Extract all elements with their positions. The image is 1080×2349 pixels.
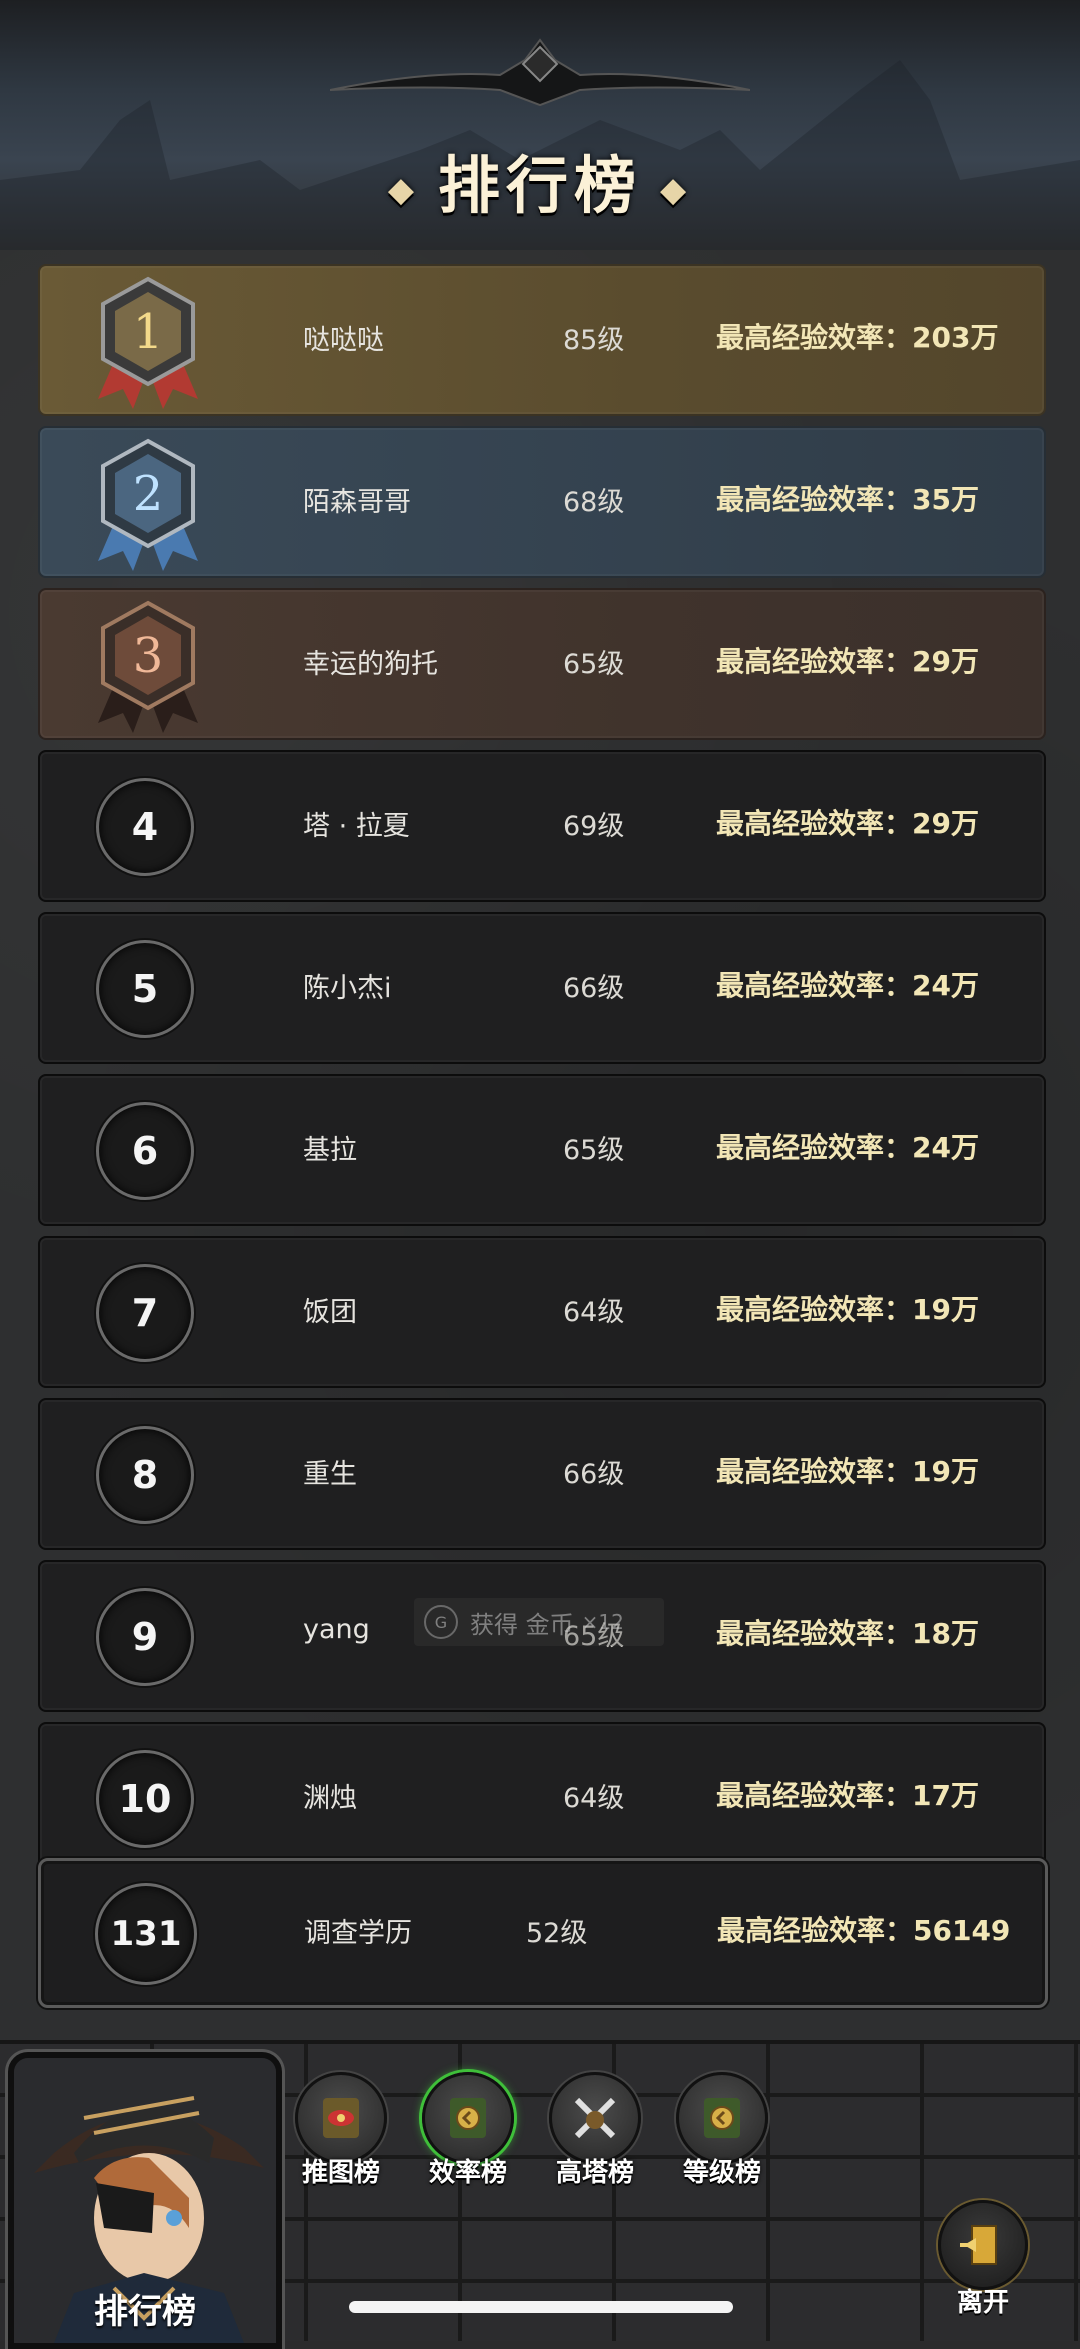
title-left-dot-icon: ◆ xyxy=(387,169,420,210)
rank-badge: 10 xyxy=(96,1750,194,1848)
player-efficiency: 最高经验效率：19万 xyxy=(716,1455,979,1488)
header-banner: ◆ 排行榜 ◆ xyxy=(0,0,1080,250)
player-name: 幸运的狗托 xyxy=(303,649,438,680)
player-name: 渊烛 xyxy=(303,1783,357,1814)
player-efficiency: 最高经验效率：24万 xyxy=(716,969,979,1002)
player-efficiency: 最高经验效率：17万 xyxy=(716,1779,979,1812)
tab-level[interactable]: 等级榜 xyxy=(667,2072,777,2188)
rank-badge: 8 xyxy=(96,1426,194,1524)
player-name: 陌森哥哥 xyxy=(303,487,411,518)
rank-row-1[interactable]: 1 哒哒哒 85级 最高经验效率：203万 xyxy=(38,264,1046,416)
rank-row-6[interactable]: 6 基拉 65级 最高经验效率：24万 xyxy=(38,1074,1046,1226)
player-efficiency: 最高经验效率：19万 xyxy=(716,1293,979,1326)
player-level: 65级 xyxy=(563,1135,625,1166)
my-player-name: 调查学历 xyxy=(304,1918,412,1949)
reward-toast: G 获得 金币 ×12 xyxy=(414,1598,664,1646)
header-ornament-icon xyxy=(330,38,750,107)
player-level: 66级 xyxy=(563,973,625,1004)
tab-label: 效率榜 xyxy=(428,2158,507,2188)
tab-label: 等级榜 xyxy=(682,2158,761,2188)
gold-medal-icon: 1 xyxy=(98,276,198,409)
rank-badge: 5 xyxy=(96,940,194,1038)
rank-badge: 4 xyxy=(96,778,194,876)
player-level: 69级 xyxy=(563,811,625,842)
player-efficiency: 最高经验效率：35万 xyxy=(716,483,979,516)
player-efficiency: 最高经验效率：203万 xyxy=(716,321,999,354)
rank-badge: 9 xyxy=(96,1588,194,1686)
player-name: 塔 · 拉夏 xyxy=(303,811,410,842)
player-level: 64级 xyxy=(563,1297,625,1328)
player-name: 哒哒哒 xyxy=(303,325,384,356)
my-player-efficiency: 最高经验效率：56149 xyxy=(717,1914,1011,1947)
player-level: 85级 xyxy=(563,325,625,356)
tab-efficiency[interactable]: 效率榜 xyxy=(413,2072,523,2188)
tab-tower[interactable]: 高塔榜 xyxy=(540,2072,650,2188)
player-efficiency: 最高经验效率：29万 xyxy=(716,807,979,840)
player-level: 65级 xyxy=(563,649,625,680)
portrait-label: 排行榜 xyxy=(94,2292,196,2332)
svg-text:1: 1 xyxy=(133,304,164,360)
player-level: 66级 xyxy=(563,1459,625,1490)
clock-scroll-icon xyxy=(676,2072,768,2164)
toast-text: 获得 金币 xyxy=(470,1610,574,1639)
home-indicator[interactable] xyxy=(349,2301,733,2313)
player-efficiency: 最高经验效率：18万 xyxy=(716,1617,979,1650)
svg-text:2: 2 xyxy=(133,466,164,522)
player-efficiency: 最高经验效率：24万 xyxy=(716,1131,979,1164)
rank-row-4[interactable]: 4 塔 · 拉夏 69级 最高经验效率：29万 xyxy=(38,750,1046,902)
tab-label: 高塔榜 xyxy=(555,2158,634,2188)
tab-push-map[interactable]: 推图榜 xyxy=(286,2072,396,2188)
svg-text:3: 3 xyxy=(133,628,164,684)
my-player-level: 52级 xyxy=(526,1918,588,1949)
rank-row-2[interactable]: 2 陌森哥哥 68级 最高经验效率：35万 xyxy=(38,426,1046,578)
exit-door-icon xyxy=(938,2200,1028,2290)
rank-row-10[interactable]: 10 渊烛 64级 最高经验效率：17万 xyxy=(38,1722,1046,1874)
tab-label: 推图榜 xyxy=(301,2158,380,2188)
bronze-medal-icon: 3 xyxy=(98,600,198,733)
title-text: 排行榜 xyxy=(437,149,642,222)
player-name: 陈小杰i xyxy=(303,973,392,1004)
crossed-swords-icon xyxy=(549,2072,641,2164)
player-level: 64级 xyxy=(563,1783,625,1814)
rank-row-5[interactable]: 5 陈小杰i 66级 最高经验效率：24万 xyxy=(38,912,1046,1064)
leave-button[interactable]: 离开 xyxy=(928,2200,1038,2320)
player-name: yang xyxy=(303,1614,370,1645)
rank-badge: 6 xyxy=(96,1102,194,1200)
player-name: 基拉 xyxy=(303,1135,357,1166)
player-name: 饭团 xyxy=(303,1297,357,1328)
clock-scroll-icon xyxy=(422,2072,514,2164)
eye-scroll-icon xyxy=(295,2072,387,2164)
toast-multiplier: ×12 xyxy=(581,1610,624,1634)
rank-row-7[interactable]: 7 饭团 64级 最高经验效率：19万 xyxy=(38,1236,1046,1388)
rank-row-3[interactable]: 3 幸运的狗托 65级 最高经验效率：29万 xyxy=(38,588,1046,740)
my-rank-row[interactable]: 131 调查学历 52级 最高经验效率：56149 xyxy=(38,1858,1048,2008)
rank-badge: 7 xyxy=(96,1264,194,1362)
player-level: 68级 xyxy=(563,487,625,518)
leave-label: 离开 xyxy=(956,2288,1009,2318)
rank-row-8[interactable]: 8 重生 66级 最高经验效率：19万 xyxy=(38,1398,1046,1550)
player-efficiency: 最高经验效率：29万 xyxy=(716,645,979,678)
my-rank-badge: 131 xyxy=(95,1883,197,1985)
gold-coin-icon: G xyxy=(424,1605,458,1639)
player-portrait[interactable]: 排行榜 xyxy=(8,2052,282,2349)
page-title: ◆ 排行榜 ◆ xyxy=(0,135,1080,225)
silver-medal-icon: 2 xyxy=(98,438,198,571)
title-right-dot-icon: ◆ xyxy=(660,169,693,210)
player-name: 重生 xyxy=(303,1459,357,1490)
